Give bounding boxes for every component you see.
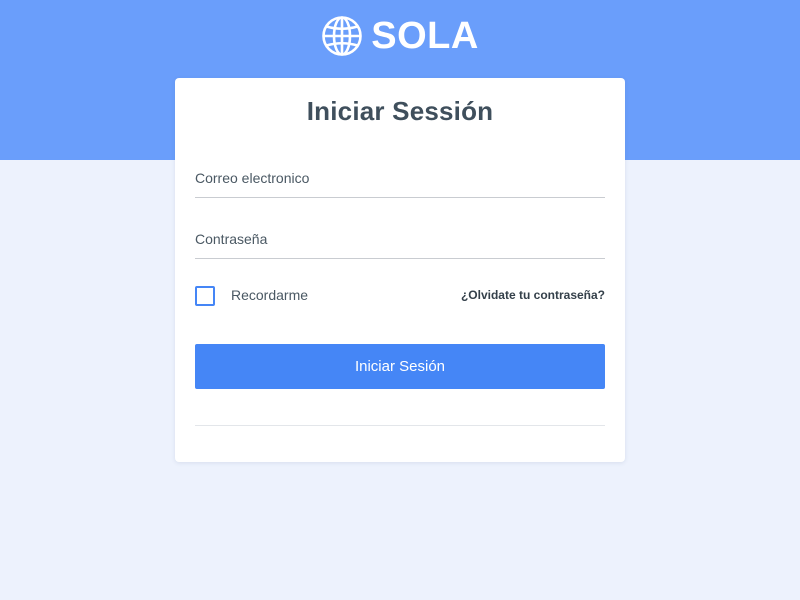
login-card: Iniciar Sessión Recordarme ¿Olvidate tu … [175,78,625,462]
forgot-password-link[interactable]: ¿Olvidate tu contraseña? [461,288,605,302]
page-title: Iniciar Sessión [306,96,494,126]
brand-name: SOLA [371,15,479,57]
remember-label[interactable]: Recordarme [231,287,308,303]
login-button[interactable]: Iniciar Sesión [195,344,605,389]
remember-checkbox[interactable] [195,286,215,306]
email-field[interactable] [195,158,605,198]
globe-icon [321,15,363,57]
divider [195,425,605,426]
brand-logo: SOLA [0,10,800,62]
remember-row: Recordarme ¿Olvidate tu contraseña? [195,285,605,307]
password-field[interactable] [195,219,605,259]
